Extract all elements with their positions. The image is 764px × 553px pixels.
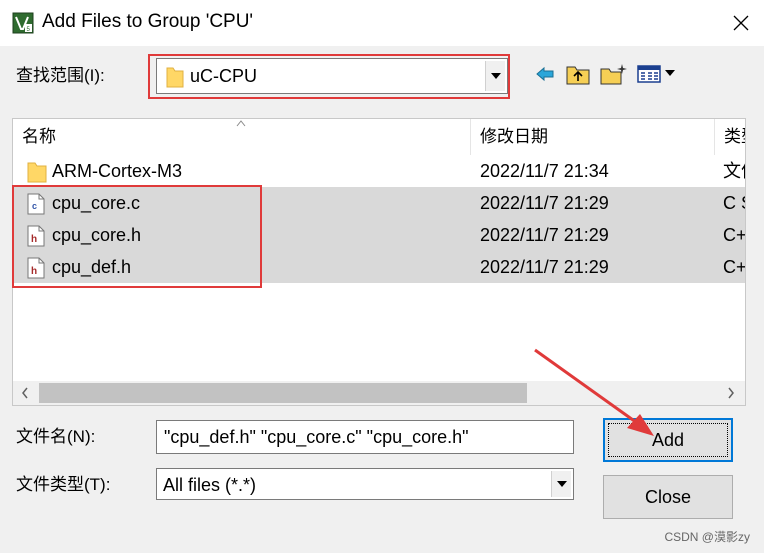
svg-text:h: h <box>31 266 37 277</box>
scroll-left-button[interactable] <box>15 381 35 405</box>
keil-uvision-icon: 5 <box>12 12 34 34</box>
chevron-left-icon <box>22 387 28 399</box>
file-list[interactable]: 名称 修改日期 类型 ARM-Cortex-M3 2022/11/7 21:34… <box>12 118 746 406</box>
watermark: CSDN @漠影zy <box>664 530 750 544</box>
view-menu-icon <box>637 65 675 83</box>
back-button[interactable] <box>534 62 556 86</box>
close-button[interactable]: Close <box>603 475 733 519</box>
close-button-label: Close <box>644 486 692 507</box>
folder-icon <box>166 67 184 88</box>
add-button[interactable]: Add <box>603 418 733 462</box>
list-item-folder[interactable]: ARM-Cortex-M3 2022/11/7 21:34 文件 <box>13 155 745 187</box>
view-menu-button[interactable] <box>636 62 678 86</box>
chevron-down-icon <box>490 73 501 79</box>
list-item-file-selected[interactable]: h cpu_core.h 2022/11/7 21:29 C+ <box>13 219 746 251</box>
file-name: cpu_core.c <box>52 193 141 213</box>
file-type-value: All files (*.*) <box>163 475 257 495</box>
new-folder-button[interactable] <box>600 62 628 86</box>
file-type-dropdown-button[interactable] <box>551 471 571 497</box>
svg-text:h: h <box>31 234 37 245</box>
back-arrow-icon <box>536 66 554 82</box>
column-header-date-modified[interactable]: 修改日期 <box>471 119 715 155</box>
header-file-icon: h <box>27 225 45 247</box>
c-source-file-icon: c <box>27 193 45 215</box>
file-date: 2022/11/7 21:29 <box>480 225 609 245</box>
file-name: ARM-Cortex-M3 <box>52 161 183 181</box>
up-folder-icon <box>566 66 590 85</box>
file-type: C+ <box>723 225 746 245</box>
chevron-down-icon <box>556 481 567 487</box>
file-type: C Source <box>723 193 745 213</box>
list-item-file-selected[interactable]: c cpu_core.c 2022/11/7 21:29 C Source <box>13 187 745 219</box>
dialog-title: Add Files to Group 'CPU' <box>42 11 254 32</box>
column-header-name[interactable]: 名称 <box>13 119 471 155</box>
file-name-label: 文件名(N): <box>16 427 96 446</box>
look-in-dropdown-button[interactable] <box>485 61 505 91</box>
file-date: 2022/11/7 21:29 <box>480 257 609 277</box>
file-type-combobox[interactable]: All files (*.*) <box>156 468 574 500</box>
list-item-file-selected[interactable]: h cpu_def.h 2022/11/7 21:29 C+ <box>13 251 746 283</box>
folder-icon <box>27 162 47 183</box>
scroll-right-button[interactable] <box>721 381 741 405</box>
chevron-right-icon <box>728 387 734 399</box>
title-bar: 5 Add Files to Group 'CPU' <box>0 0 764 46</box>
close-icon <box>733 15 749 31</box>
file-type: 文件 <box>723 161 745 181</box>
file-name: cpu_core.h <box>52 225 142 245</box>
file-type: C+ <box>723 257 746 277</box>
horizontal-scrollbar[interactable] <box>13 381 745 405</box>
column-header-type[interactable]: 类型 <box>715 119 745 155</box>
new-folder-icon <box>600 64 627 85</box>
file-name-input[interactable]: "cpu_def.h" "cpu_core.c" "cpu_core.h" <box>156 420 574 454</box>
svg-text:c: c <box>32 201 37 211</box>
look-in-value: uC-CPU <box>190 66 258 86</box>
add-button-label: Add <box>651 429 685 450</box>
scrollbar-thumb[interactable] <box>39 383 527 403</box>
file-name: cpu_def.h <box>52 257 132 277</box>
close-window-button[interactable] <box>718 0 764 46</box>
file-type-label: 文件类型(T): <box>16 475 111 494</box>
file-date: 2022/11/7 21:29 <box>480 193 609 213</box>
file-date: 2022/11/7 21:34 <box>480 161 609 181</box>
look-in-label: 查找范围(I): <box>16 66 105 85</box>
up-folder-button[interactable] <box>565 62 591 86</box>
header-file-icon: h <box>27 257 45 279</box>
look-in-combobox[interactable]: uC-CPU <box>156 58 508 94</box>
